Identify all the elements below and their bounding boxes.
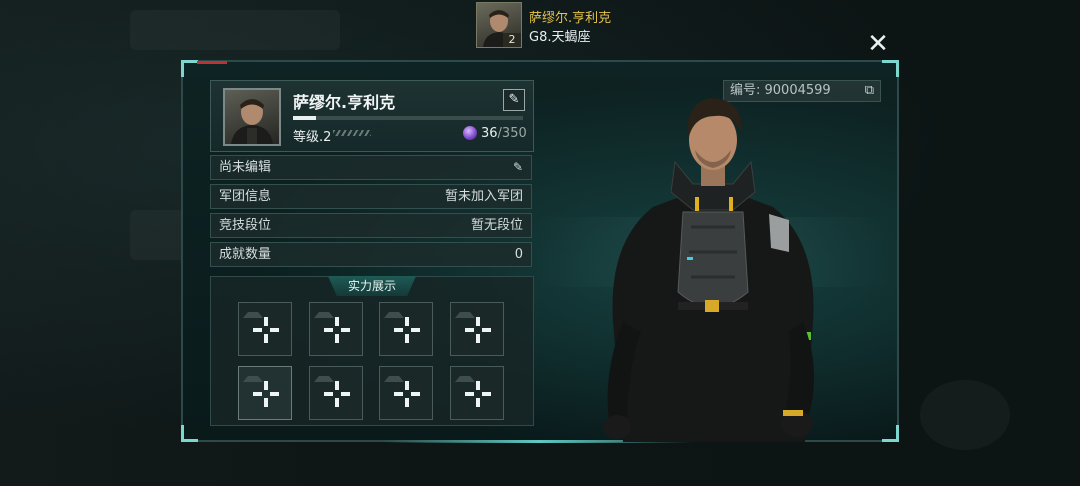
showcase-slot[interactable] — [379, 302, 433, 356]
showcase-slot[interactable] — [309, 302, 363, 356]
showcase-slot[interactable] — [238, 366, 292, 420]
header-avatar[interactable]: 2 — [476, 2, 522, 48]
gem-counter: 36/350 — [481, 126, 527, 141]
background-ghost-panel — [130, 10, 340, 50]
exp-progress-bar — [293, 116, 523, 120]
edit-name-button[interactable]: ✎ — [503, 89, 525, 111]
profile-card: 萨缪尔.亨利克 ✎ 等级.2 36/350 — [210, 80, 534, 152]
profile-avatar[interactable] — [223, 88, 281, 146]
profile-name: 萨缪尔.亨利克 — [293, 93, 396, 112]
plus-icon — [324, 317, 350, 343]
plus-icon — [253, 317, 279, 343]
plus-icon — [465, 317, 491, 343]
info-row-label: 竞技段位 — [219, 218, 272, 233]
copy-icon[interactable]: ⧉ — [865, 81, 874, 101]
panel-corner-decoration — [882, 60, 899, 77]
plus-icon — [394, 381, 420, 407]
showcase-slot[interactable] — [450, 366, 504, 420]
showcase-title: 实力展示 — [328, 276, 416, 296]
gem-current: 36 — [481, 126, 498, 141]
pencil-icon: ✎ — [508, 92, 520, 107]
panel-accent-mark — [197, 61, 227, 64]
gem-icon — [463, 126, 477, 140]
character-illustration — [603, 98, 815, 442]
info-row-label: 尚未编辑 — [219, 160, 272, 175]
info-row-label: 成就数量 — [219, 247, 272, 262]
pencil-icon[interactable]: ✎ — [513, 156, 523, 179]
header-level-badge: 2 — [503, 33, 521, 47]
panel-corner-decoration — [882, 425, 899, 442]
info-row-label: 军团信息 — [219, 189, 272, 204]
achievement-row[interactable]: 成就数量 0 — [210, 242, 532, 267]
plus-icon — [465, 381, 491, 407]
showcase-slot[interactable] — [379, 366, 433, 420]
level-label: 等级.2 — [293, 130, 332, 145]
exp-progress-fill — [293, 116, 316, 120]
power-showcase: 实力展示 — [210, 276, 534, 426]
legion-row[interactable]: 军团信息 暂未加入军团 — [210, 184, 532, 209]
player-info-panel: 萨缪尔.亨利克 ✎ 等级.2 36/350 尚未编辑 ✎ 军团信息 暂未加入军团… — [181, 60, 899, 443]
info-row-value: 暂无段位 — [470, 218, 523, 233]
info-row-value: 0 — [514, 247, 523, 262]
showcase-slot[interactable] — [238, 302, 292, 356]
info-row-value: 暂未加入军团 — [444, 189, 523, 204]
plus-icon — [394, 317, 420, 343]
header-player-name: 萨缪尔.亨利克 — [529, 11, 612, 26]
close-button[interactable]: ✕ — [862, 30, 894, 58]
arena-rank-row[interactable]: 竞技段位 暂无段位 — [210, 213, 532, 238]
close-icon: ✕ — [867, 29, 889, 59]
gem-max: /350 — [497, 126, 527, 141]
panel-corner-decoration — [181, 60, 198, 77]
level-decoration — [333, 130, 371, 136]
background-ghost-panel — [920, 380, 1010, 450]
plus-icon — [253, 381, 279, 407]
signature-row[interactable]: 尚未编辑 ✎ — [210, 155, 532, 180]
panel-corner-decoration — [181, 425, 198, 442]
showcase-slot[interactable] — [450, 302, 504, 356]
portrait-icon — [231, 99, 273, 144]
header-server-info: G8.天蝎座 — [529, 30, 591, 45]
plus-icon — [324, 381, 350, 407]
showcase-slot[interactable] — [309, 366, 363, 420]
